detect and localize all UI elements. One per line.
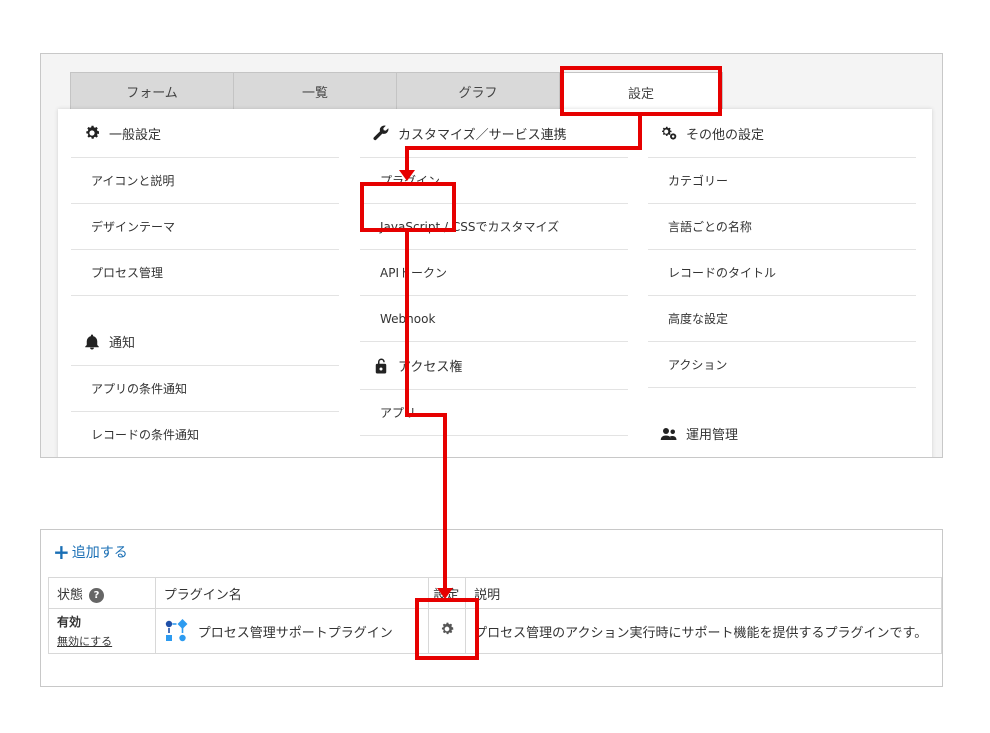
plugin-icon bbox=[164, 619, 188, 643]
menu-advanced-settings-label: 高度な設定 bbox=[668, 312, 729, 326]
menu-record-title-label: レコードのタイトル bbox=[668, 266, 777, 280]
menu-action[interactable]: アクション bbox=[648, 342, 916, 388]
disable-plugin-link[interactable]: 無効にする bbox=[57, 633, 147, 649]
menu-record-title[interactable]: レコードのタイトル bbox=[648, 250, 916, 296]
table-row: 有効 無効にする プロセス管理サポートプラグイン プロセス管理のアクション実行時… bbox=[48, 608, 942, 654]
users-icon bbox=[660, 425, 678, 443]
plugin-status: 有効 bbox=[57, 615, 82, 629]
tab-form[interactable]: フォーム bbox=[70, 72, 234, 110]
menu-app-condition-notify[interactable]: アプリの条件通知 bbox=[71, 366, 339, 412]
menu-advanced-settings[interactable]: 高度な設定 bbox=[648, 296, 916, 342]
section-general-title: 一般設定 bbox=[109, 127, 162, 143]
plugin-status-cell: 有効 無効にする bbox=[48, 608, 156, 654]
section-customize-title: カスタマイズ／サービス連携 bbox=[398, 127, 567, 143]
section-customize: カスタマイズ／サービス連携 bbox=[360, 109, 628, 158]
plugin-name-cell: プロセス管理サポートプラグイン bbox=[154, 608, 430, 654]
menu-access-app[interactable]: アプリ bbox=[360, 390, 628, 436]
section-other-title: その他の設定 bbox=[686, 127, 765, 143]
plugin-list-panel: + 追加する 状態? プラグイン名 設定 説明 有効 無効にする プロセス管理サ… bbox=[40, 529, 943, 687]
highlight-plugin-settings bbox=[415, 598, 479, 660]
menu-process-management-label: プロセス管理 bbox=[91, 266, 164, 280]
tab-graph[interactable]: グラフ bbox=[396, 72, 560, 110]
gears-icon bbox=[660, 124, 678, 142]
header-plugin-name: プラグイン名 bbox=[154, 577, 430, 609]
plugin-name: プロセス管理サポートプラグイン bbox=[197, 625, 393, 641]
menu-action-label: アクション bbox=[668, 358, 728, 372]
section-notify: 通知 bbox=[71, 318, 339, 366]
menu-category[interactable]: カテゴリー bbox=[648, 158, 916, 204]
tab-form-label: フォーム bbox=[126, 85, 178, 101]
menu-icon-description-label: アイコンと説明 bbox=[91, 174, 175, 188]
section-notify-title: 通知 bbox=[109, 336, 136, 351]
app-settings-panel: フォーム 一覧 グラフ 設定 一般設定 アイコンと説明 デザインテーマ プロセス… bbox=[40, 53, 943, 458]
arrow-head-icon bbox=[399, 170, 415, 181]
menu-design-theme-label: デザインテーマ bbox=[91, 220, 176, 234]
menu-webhook[interactable]: Webhook bbox=[360, 296, 628, 342]
connector-line bbox=[443, 413, 447, 591]
connector-line bbox=[638, 114, 642, 150]
unlock-icon bbox=[372, 357, 390, 375]
plugin-description-cell: プロセス管理のアクション実行時にサポート機能を提供するプラグインです。 bbox=[465, 608, 942, 654]
menu-app-condition-notify-label: アプリの条件通知 bbox=[91, 382, 188, 396]
menu-icon-description[interactable]: アイコンと説明 bbox=[71, 158, 339, 204]
wrench-icon bbox=[372, 124, 390, 142]
tab-list[interactable]: 一覧 bbox=[233, 72, 397, 110]
settings-content: 一般設定 アイコンと説明 デザインテーマ プロセス管理 通知 アプリの条件通知 … bbox=[58, 109, 932, 457]
tab-list-label: 一覧 bbox=[301, 85, 328, 101]
header-plugin-name-label: プラグイン名 bbox=[163, 587, 242, 603]
menu-category-label: カテゴリー bbox=[668, 174, 729, 188]
gear-icon bbox=[83, 124, 101, 142]
plugin-description: プロセス管理のアクション実行時にサポート機能を提供するプラグインです。 bbox=[474, 625, 928, 641]
menu-language-names-label: 言語ごとの名称 bbox=[668, 220, 752, 234]
section-operation-title: 運用管理 bbox=[686, 428, 739, 443]
highlight-plugin-menu bbox=[360, 182, 456, 232]
settings-column-general: 一般設定 アイコンと説明 デザインテーマ プロセス管理 通知 アプリの条件通知 … bbox=[71, 109, 339, 457]
menu-language-names[interactable]: 言語ごとの名称 bbox=[648, 204, 916, 250]
highlight-settings-tab bbox=[560, 66, 722, 116]
tab-graph-label: グラフ bbox=[458, 85, 498, 101]
connector-line bbox=[405, 146, 642, 150]
section-other: その他の設定 bbox=[648, 109, 916, 158]
header-status-label: 状態 bbox=[57, 587, 84, 603]
plus-icon: + bbox=[53, 540, 70, 564]
section-operation: 運用管理 bbox=[648, 410, 916, 457]
header-description: 説明 bbox=[465, 577, 942, 609]
menu-api-token-label: APIトークン bbox=[380, 266, 447, 280]
header-status: 状態? bbox=[48, 577, 156, 609]
settings-column-customize: カスタマイズ／サービス連携 プラグイン JavaScript / CSSでカスタ… bbox=[360, 109, 628, 436]
help-icon[interactable]: ? bbox=[89, 587, 105, 603]
add-plugin-label: 追加する bbox=[71, 545, 128, 561]
menu-record-condition-notify[interactable]: レコードの条件通知 bbox=[71, 412, 339, 457]
plugin-table-header: 状態? プラグイン名 設定 説明 bbox=[48, 577, 942, 609]
menu-record-condition-notify-label: レコードの条件通知 bbox=[91, 428, 200, 442]
plugin-table: 状態? プラグイン名 設定 説明 有効 無効にする プロセス管理サポートプラグイ… bbox=[48, 577, 942, 654]
section-general: 一般設定 bbox=[71, 109, 339, 158]
connector-line bbox=[405, 413, 447, 417]
add-plugin-link[interactable]: + 追加する bbox=[53, 542, 128, 562]
menu-api-token[interactable]: APIトークン bbox=[360, 250, 628, 296]
menu-design-theme[interactable]: デザインテーマ bbox=[71, 204, 339, 250]
section-access: アクセス権 bbox=[360, 342, 628, 390]
bell-icon bbox=[83, 333, 101, 351]
connector-line bbox=[405, 231, 409, 417]
settings-column-other: その他の設定 カテゴリー 言語ごとの名称 レコードのタイトル 高度な設定 アクシ… bbox=[648, 109, 916, 457]
menu-process-management[interactable]: プロセス管理 bbox=[71, 250, 339, 296]
